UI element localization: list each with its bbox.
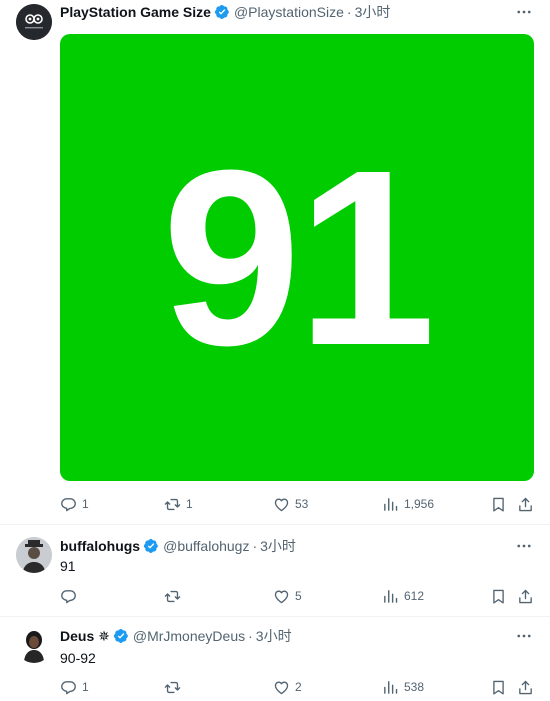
share-button[interactable]	[517, 494, 534, 514]
retweet-button[interactable]	[164, 677, 186, 697]
reply-tweet-deus[interactable]: Deus ✵ @MrJmoneyDeus · 3小时 90-92 1 2 538	[0, 617, 550, 701]
share-button[interactable]	[517, 586, 534, 606]
reply-icon	[61, 589, 76, 603]
display-name[interactable]: PlayStation Game Size	[60, 4, 211, 20]
like-icon	[274, 590, 289, 603]
views-count: 612	[404, 589, 425, 603]
reply-count: 1	[82, 680, 89, 694]
tweet-actions: 5 612	[60, 586, 538, 606]
retweet-icon	[164, 681, 181, 693]
timestamp[interactable]: 3小时	[256, 626, 292, 646]
separator-dot: ·	[248, 628, 253, 644]
share-icon	[519, 589, 532, 603]
views-count: 1,956	[404, 497, 435, 511]
tweet-header: Deus ✵ @MrJmoneyDeus · 3小时	[60, 626, 510, 646]
views-button[interactable]: 1,956	[382, 494, 434, 514]
tweet-actions: 1 1 53 1,956	[60, 494, 538, 514]
like-count: 5	[295, 589, 302, 603]
reply-icon	[61, 680, 76, 694]
more-button[interactable]	[510, 2, 538, 22]
retweet-button[interactable]: 1	[164, 494, 193, 514]
bookmark-button[interactable]	[490, 494, 507, 514]
reply-button[interactable]	[60, 586, 82, 606]
separator-dot: ·	[346, 4, 352, 20]
separator-dot: ·	[252, 538, 258, 554]
like-icon	[274, 681, 289, 694]
media-number: 91	[161, 117, 436, 397]
deus-avatar-icon	[16, 627, 52, 663]
reply-button[interactable]: 1	[60, 677, 89, 697]
retweet-button[interactable]	[164, 586, 186, 606]
share-button[interactable]	[517, 677, 534, 697]
more-button[interactable]	[510, 626, 538, 646]
reply-icon	[61, 497, 76, 511]
like-button[interactable]: 5	[273, 586, 302, 606]
display-name[interactable]: buffalohugs	[60, 538, 140, 554]
tweet-media-image[interactable]: 91	[60, 34, 534, 481]
like-count: 2	[295, 680, 302, 694]
bookmark-button[interactable]	[490, 677, 507, 697]
retweet-icon	[164, 498, 181, 510]
like-icon	[274, 498, 289, 511]
playstation-game-size-logo-icon	[16, 4, 52, 40]
tweet-text: 90-92	[60, 650, 96, 666]
verified-badge-icon	[113, 629, 128, 643]
retweet-count: 1	[186, 497, 193, 511]
verified-badge-icon	[143, 539, 158, 553]
tweet-header: PlayStation Game Size @PlaystationSize ·…	[60, 2, 510, 22]
reply-tweet-buffalohugs[interactable]: buffalohugs @buffalohugz · 3小时 91 5 612	[0, 525, 550, 616]
more-button[interactable]	[510, 536, 538, 556]
share-icon	[519, 680, 532, 694]
verified-badge-icon	[214, 5, 229, 19]
views-icon	[384, 680, 398, 694]
like-button[interactable]: 2	[273, 677, 302, 697]
reply-button[interactable]: 1	[60, 494, 89, 514]
handle[interactable]: @MrJmoneyDeus	[133, 628, 245, 644]
handle[interactable]: @buffalohugz	[163, 538, 249, 554]
timestamp[interactable]: 3小时	[260, 536, 296, 556]
tweet-actions: 1 2 538	[60, 677, 538, 697]
share-icon	[519, 497, 532, 511]
bookmark-button[interactable]	[490, 586, 507, 606]
views-count: 538	[404, 680, 425, 694]
like-button[interactable]: 53	[273, 494, 308, 514]
display-name[interactable]: Deus ✵	[60, 628, 110, 645]
views-button[interactable]: 612	[382, 586, 424, 606]
reply-count: 1	[82, 497, 89, 511]
timestamp[interactable]: 3小时	[355, 2, 391, 22]
like-count: 53	[295, 497, 309, 511]
bookmark-icon	[493, 589, 504, 604]
avatar[interactable]	[16, 627, 52, 663]
more-icon	[517, 634, 531, 638]
views-icon	[384, 589, 398, 603]
views-button[interactable]: 538	[382, 677, 424, 697]
avatar[interactable]	[16, 537, 52, 573]
bookmark-icon	[493, 497, 504, 512]
bookmark-icon	[493, 680, 504, 695]
tweet-playstation-game-size[interactable]: PlayStation Game Size @PlaystationSize ·…	[0, 0, 550, 522]
avatar[interactable]	[16, 4, 52, 40]
tweet-text: 91	[60, 558, 76, 574]
more-icon	[517, 544, 531, 548]
more-icon	[517, 10, 531, 14]
buffalohugs-avatar-icon	[16, 537, 52, 573]
retweet-icon	[164, 590, 181, 602]
tweet-header: buffalohugs @buffalohugz · 3小时	[60, 536, 510, 556]
views-icon	[384, 497, 398, 511]
handle[interactable]: @PlaystationSize	[234, 4, 344, 20]
